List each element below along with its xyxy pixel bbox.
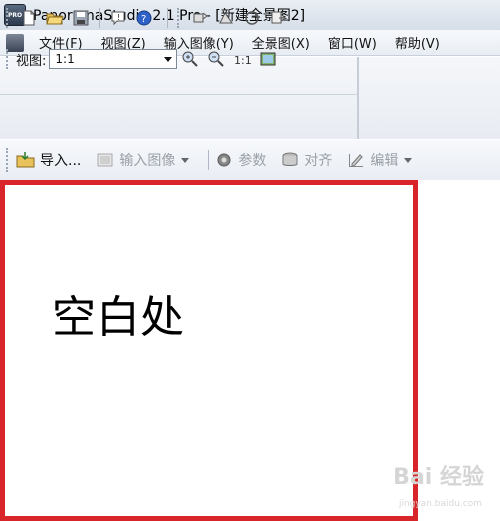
params-label: 参数 xyxy=(238,153,267,169)
image-adjust-icon xyxy=(219,12,233,24)
chevron-down-icon[interactable] xyxy=(404,157,413,163)
zoom-out-icon xyxy=(208,51,225,67)
toolbar-row-view: 视图: 1:1 1:1 xyxy=(6,45,281,73)
chevron-down-icon[interactable] xyxy=(181,157,190,163)
svg-text:!: ! xyxy=(117,13,120,22)
input-images-label: 输入图像 xyxy=(119,153,176,169)
watermark-url: jingyan.baidu.com xyxy=(398,499,482,509)
toolbar-grip[interactable] xyxy=(6,49,10,69)
align-button[interactable]: 对齐 xyxy=(280,150,332,170)
gear-icon xyxy=(217,153,231,167)
toolbar-row-file: ! ? xyxy=(6,4,291,32)
chevron-down-icon xyxy=(164,56,173,62)
input-images-button[interactable]: 输入图像 xyxy=(95,150,190,170)
toolbar-grip[interactable] xyxy=(6,148,10,172)
image-rotate-icon xyxy=(193,12,208,23)
actual-size-button[interactable]: 1:1 xyxy=(231,48,253,70)
toolbar-grip[interactable] xyxy=(6,8,10,28)
help-icon: ? xyxy=(136,10,152,26)
highlight-box xyxy=(0,180,418,521)
separator xyxy=(167,8,168,28)
params-button[interactable]: 参数 xyxy=(214,150,266,170)
actual-size-icon: 1:1 xyxy=(234,54,251,67)
fit-window-button[interactable] xyxy=(257,48,279,70)
view-label: 视图: xyxy=(16,53,47,69)
fit-window-icon xyxy=(260,52,276,66)
zoom-in-button[interactable] xyxy=(179,48,201,70)
import-button[interactable]: 导入... xyxy=(16,150,81,170)
adjust-tool-button[interactable] xyxy=(215,7,237,29)
new-button[interactable] xyxy=(18,7,40,29)
open-folder-icon xyxy=(46,13,64,25)
info-button[interactable]: ! xyxy=(107,7,129,29)
open-button[interactable] xyxy=(44,7,66,29)
edit-button[interactable]: 编辑 xyxy=(346,150,413,170)
help-button[interactable]: ? xyxy=(133,7,155,29)
svg-text:1:1: 1:1 xyxy=(234,54,251,67)
svg-text:?: ? xyxy=(141,14,146,25)
toolbar-row-divider xyxy=(0,94,357,95)
edit-label: 编辑 xyxy=(370,153,399,169)
import-label: 导入... xyxy=(40,153,82,169)
separator xyxy=(99,8,100,28)
menu-window[interactable]: 窗口(W) xyxy=(319,33,386,52)
toolbar-grip[interactable] xyxy=(177,8,181,28)
blank-area-label: 空白处 xyxy=(52,292,184,343)
export-tool-button[interactable] xyxy=(267,7,289,29)
refresh-image-icon xyxy=(245,11,259,25)
separator xyxy=(208,150,210,170)
zoom-value: 1:1 xyxy=(55,52,75,66)
zoom-out-button[interactable] xyxy=(205,48,227,70)
save-icon xyxy=(73,10,89,26)
image-export-icon xyxy=(271,11,286,24)
import-folder-icon xyxy=(16,152,35,168)
input-images-icon xyxy=(97,153,113,167)
toolbar-divider xyxy=(357,57,359,139)
menu-help[interactable]: 帮助(V) xyxy=(386,33,449,52)
zoom-in-icon xyxy=(182,51,199,67)
save-button[interactable] xyxy=(70,7,92,29)
align-label: 对齐 xyxy=(304,153,333,169)
new-file-icon xyxy=(23,10,35,26)
rotate-tool-button[interactable] xyxy=(189,7,211,29)
zoom-select[interactable]: 1:1 xyxy=(49,49,178,69)
align-icon xyxy=(282,152,298,166)
watermark: Bai 经验 xyxy=(393,465,484,490)
action-bar: 导入... 输入图像 参数 对齐 编辑 xyxy=(0,140,500,180)
refresh-tool-button[interactable] xyxy=(241,7,263,29)
edit-pencil-icon xyxy=(349,154,364,167)
speech-bubble-icon: ! xyxy=(111,11,125,26)
